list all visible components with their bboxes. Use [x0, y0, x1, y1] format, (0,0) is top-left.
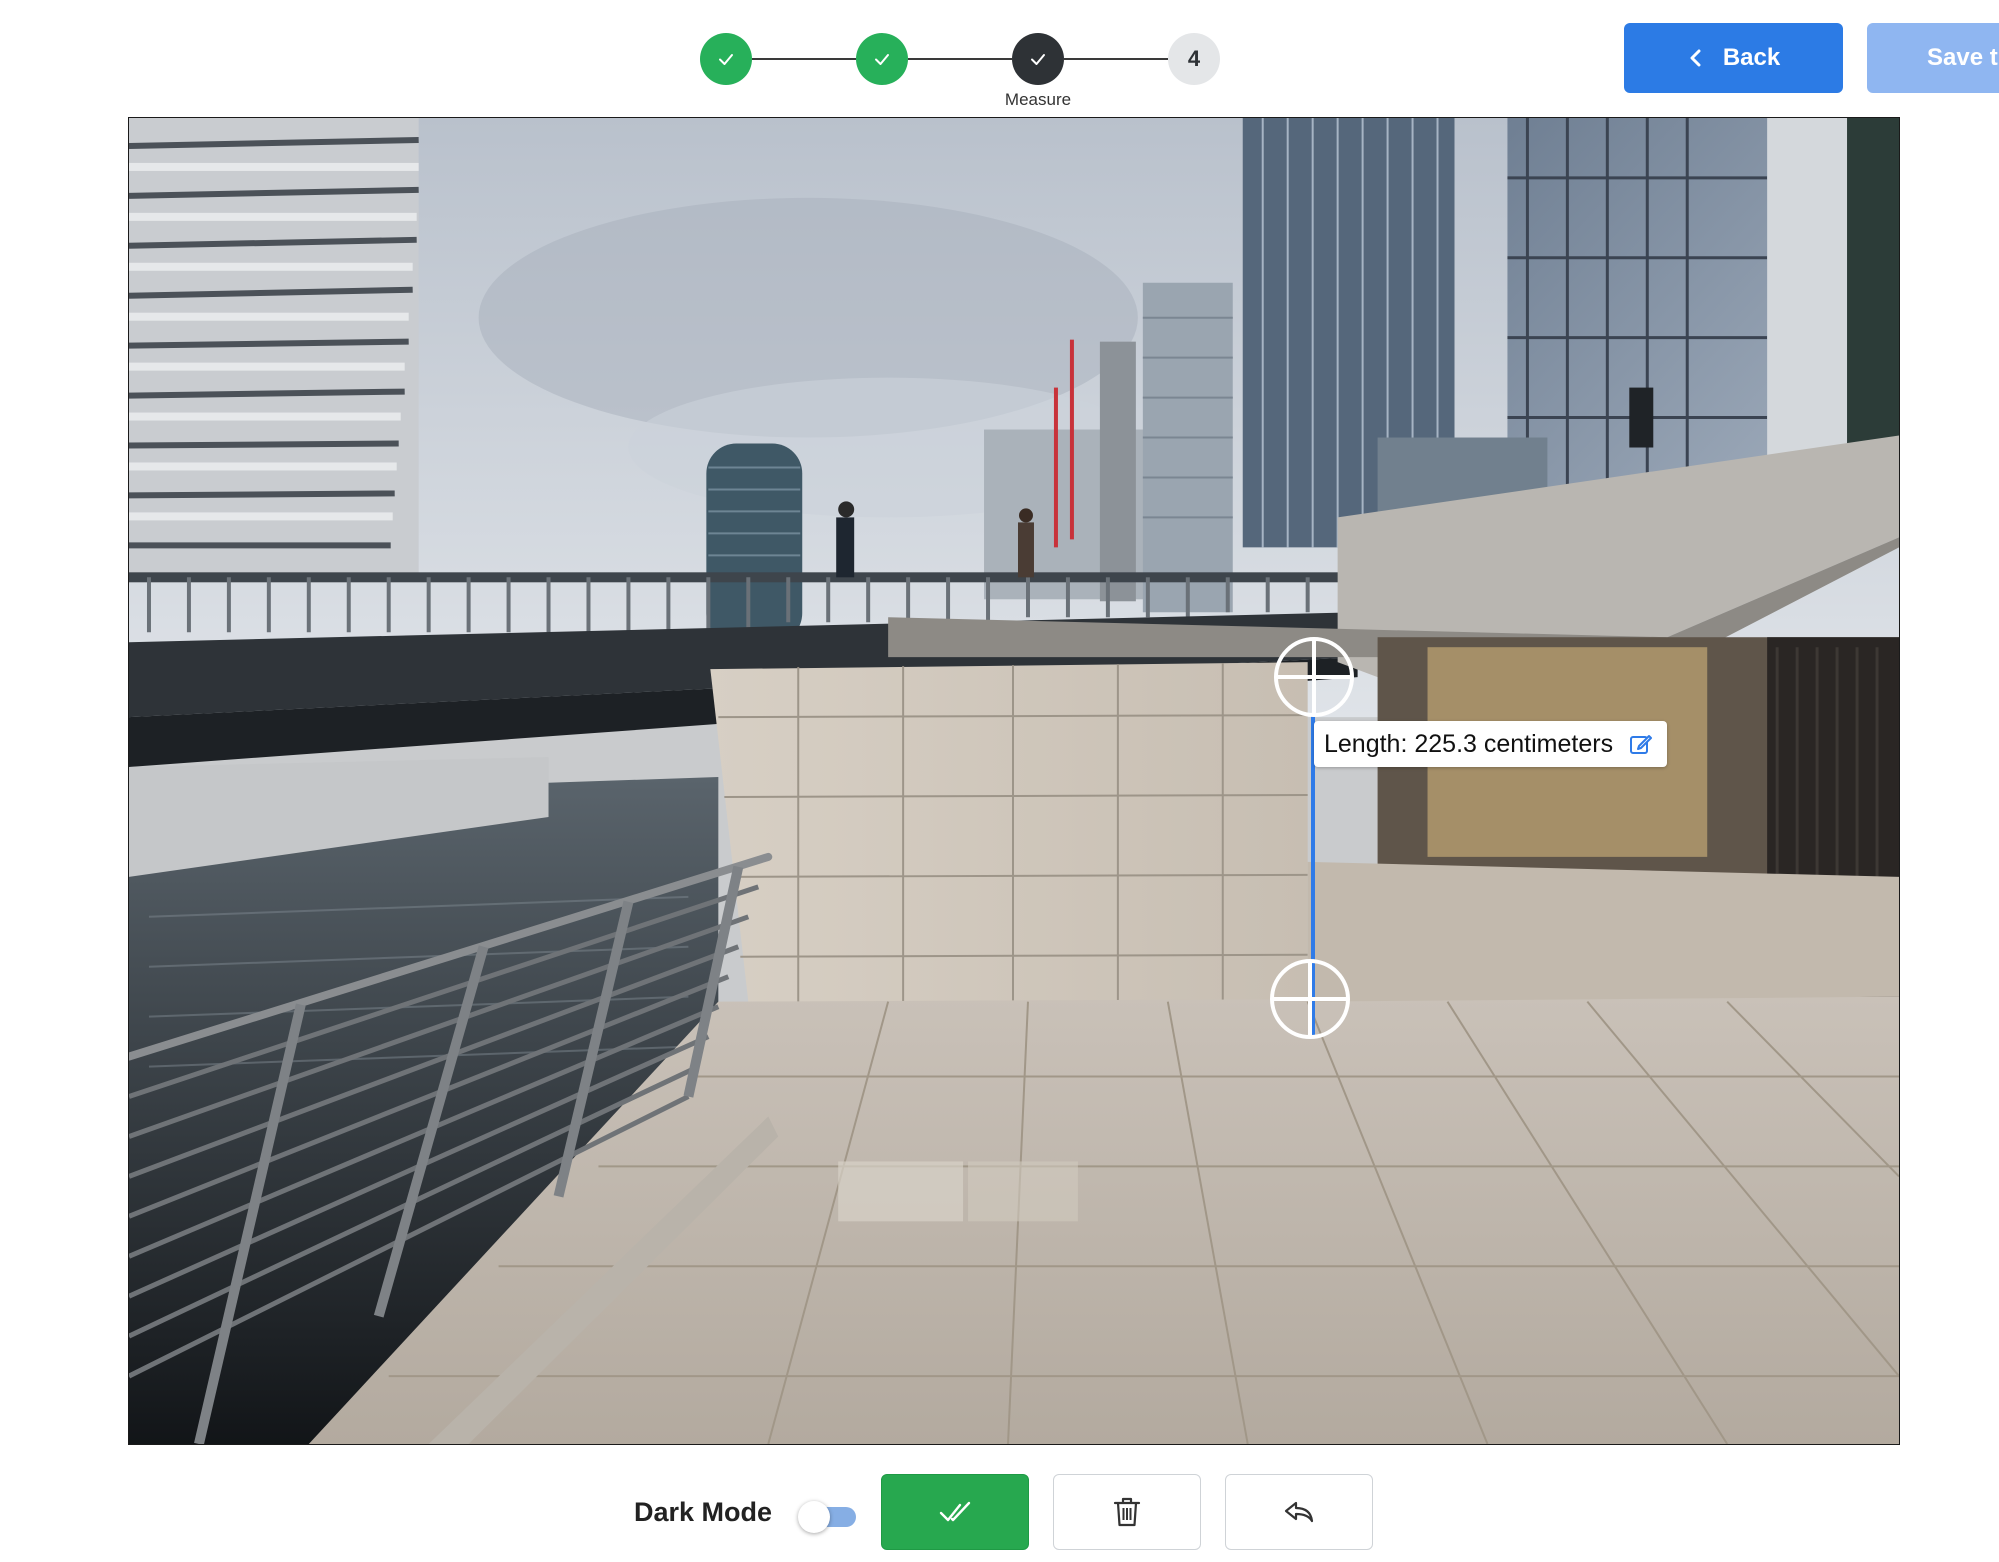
step-3-active[interactable]: [1012, 33, 1064, 85]
undo-button[interactable]: [1225, 1474, 1373, 1550]
back-button-label: Back: [1722, 44, 1781, 71]
photo-canvas[interactable]: Length: 225.3 centimeters: [128, 117, 1900, 1445]
save-button[interactable]: Save t: [1867, 23, 1999, 93]
double-check-icon: [939, 1501, 971, 1522]
step-2-complete[interactable]: [856, 33, 908, 85]
measure-start-handle[interactable]: [1274, 637, 1354, 717]
step-1-complete[interactable]: [700, 33, 752, 85]
step-connector: [752, 58, 856, 60]
dark-mode-label: Dark Mode: [634, 1497, 773, 1527]
scene-photo: [129, 118, 1899, 1444]
step-label-measure: Measure: [1004, 90, 1072, 109]
crosshair-icon: [1274, 637, 1354, 717]
undo-icon: [1284, 1501, 1314, 1523]
edit-icon[interactable]: [1629, 732, 1653, 756]
save-button-label: Save t: [1927, 44, 1998, 71]
progress-stepper: 4 Measure: [700, 30, 1230, 120]
step-connector: [908, 58, 1012, 60]
measurement-text: Length: 225.3 centimeters: [1324, 729, 1614, 758]
check-icon: [1031, 54, 1045, 65]
step-number: 4: [1187, 46, 1201, 71]
bottom-toolbar: Dark Mode: [0, 1470, 1999, 1562]
measure-end-handle[interactable]: [1270, 959, 1350, 1039]
dark-mode-toggle[interactable]: [798, 1498, 858, 1533]
step-connector: [1064, 58, 1168, 60]
step-4-pending[interactable]: 4: [1168, 33, 1220, 85]
crosshair-icon: [1270, 959, 1350, 1039]
check-icon: [719, 54, 733, 65]
chevron-left-icon: [1690, 49, 1701, 67]
delete-button[interactable]: [1053, 1474, 1201, 1550]
toggle-knob: [798, 1501, 830, 1533]
measurement-label: Length: 225.3 centimeters: [1314, 721, 1668, 767]
check-icon: [875, 54, 889, 65]
back-button[interactable]: Back: [1624, 23, 1843, 93]
confirm-button[interactable]: [881, 1474, 1029, 1550]
trash-icon: [1113, 1497, 1141, 1527]
